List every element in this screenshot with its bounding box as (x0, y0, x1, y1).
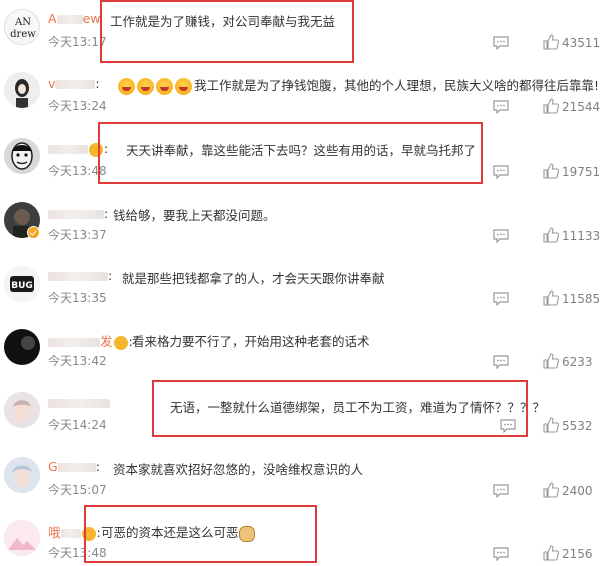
thumb-up-icon[interactable] (543, 545, 559, 561)
comment-time: 今天13:48 (48, 546, 107, 560)
avatar-image (4, 72, 40, 108)
like-count: 2400 (562, 484, 593, 498)
comment-time: 今天13:24 (48, 99, 107, 113)
avatar-image: BUG (4, 266, 40, 302)
thumb-up-icon[interactable] (543, 417, 559, 433)
comment-bubble-icon[interactable] (493, 547, 509, 561)
like-count: 43511 (562, 36, 601, 50)
comment-bubble-icon[interactable] (493, 292, 509, 306)
thumb-up-icon[interactable] (543, 227, 559, 243)
thumb-up-icon[interactable] (543, 98, 559, 114)
crown-badge-icon (89, 142, 103, 157)
comment-bubble-icon[interactable] (493, 484, 509, 498)
like-count: 2156 (562, 547, 593, 561)
comment-text: 钱给够，要我上天都没问题。 (113, 208, 276, 223)
like-count: 11133 (562, 229, 601, 243)
comment-bubble-icon[interactable] (493, 165, 509, 179)
comment-text: 我工作就是为了挣钱饱腹，其他的个人理想，民族大义啥的都得往后靠靠! (118, 75, 599, 95)
like-count: 21544 (562, 100, 601, 114)
comment-time: 今天13:42 (48, 354, 107, 368)
comment-bubble-icon[interactable] (493, 355, 509, 369)
comment-time: 今天13:17 (48, 35, 107, 49)
avatar-image (4, 457, 40, 493)
comment-time: 今天13:35 (48, 291, 107, 305)
comment-text-body: 我工作就是为了挣钱饱腹，其他的个人理想，民族大义啥的都得往后靠靠! (194, 78, 600, 93)
username[interactable]: G: (48, 459, 100, 474)
avatar-image (4, 520, 40, 556)
avatar[interactable] (4, 329, 40, 365)
avatar[interactable] (4, 72, 40, 108)
username[interactable] (48, 395, 110, 410)
avatar-image (4, 138, 40, 174)
comment-time: 今天13:37 (48, 228, 107, 242)
comment-text: 无语，一整就什么道德绑架，员工不为工资，难道为了情怀？？？？ (170, 400, 546, 415)
avatar[interactable] (4, 457, 40, 493)
username[interactable]: : (48, 141, 108, 157)
username[interactable]: : (48, 206, 108, 221)
avatar[interactable] (4, 138, 40, 174)
comment-bubble-icon[interactable] (493, 229, 509, 243)
username[interactable]: v: (48, 76, 100, 91)
username[interactable]: Aew (48, 11, 100, 26)
comment-bubble-icon[interactable] (500, 419, 516, 433)
username-text: A (48, 11, 57, 26)
laugh-emoji-icon (137, 78, 154, 95)
laugh-emoji-icon (175, 78, 192, 95)
comment-text: 天天讲奉献，靠这些能活下去吗？这些有用的话，早就乌托邦了 (126, 143, 477, 158)
comment-time: 今天14:24 (48, 418, 107, 432)
svg-text:BUG: BUG (11, 281, 33, 291)
avatar-image (4, 329, 40, 365)
svg-text:drew: drew (10, 29, 36, 40)
username[interactable]: 发: (48, 331, 133, 350)
username-tail: 发 (100, 334, 113, 349)
like-count: 19751 (562, 165, 601, 179)
comment-text-body: 可恶的资本还是这么可恶 (101, 525, 239, 540)
comment-time: 今天15:07 (48, 483, 107, 497)
verified-badge-icon (27, 226, 40, 239)
avatar[interactable]: AN drew (4, 9, 40, 45)
avatar[interactable] (4, 520, 40, 556)
username[interactable]: : (48, 268, 112, 283)
thumb-up-icon[interactable] (543, 353, 559, 369)
highlight-box (100, 0, 354, 63)
crown-badge-icon (81, 526, 96, 541)
comment-text: 就是那些把钱都拿了的人，才会天天跟你讲奉献 (122, 271, 385, 286)
thumb-up-icon[interactable] (543, 163, 559, 179)
thumb-up-icon[interactable] (543, 34, 559, 50)
comment-text: 看来格力要不行了，开始用这种老套的话术 (132, 334, 370, 349)
avatar[interactable]: BUG (4, 266, 40, 302)
avatar-image: AN drew (5, 10, 39, 44)
thumb-up-icon[interactable] (543, 482, 559, 498)
crown-badge-icon (113, 335, 128, 350)
username-text: 哦 (48, 525, 61, 540)
comment-bubble-icon[interactable] (493, 36, 509, 50)
like-count: 11585 (562, 292, 601, 306)
doge-emoji-icon (238, 525, 255, 542)
comment-text: 工作就是为了赚钱，对公司奉献与我无益 (110, 14, 336, 29)
like-count: 6233 (562, 355, 593, 369)
like-count: 5532 (562, 419, 593, 433)
avatar[interactable] (4, 392, 40, 428)
laugh-emoji-icon (118, 78, 135, 95)
comment-text: 资本家就喜欢招好忽悠的，没啥维权意识的人 (113, 462, 364, 477)
avatar-image (4, 392, 40, 428)
svg-text:AN: AN (14, 17, 31, 28)
laugh-emoji-icon (156, 78, 173, 95)
username[interactable]: 哦: (48, 522, 101, 541)
username-text: G (48, 459, 58, 474)
comment-time: 今天13:48 (48, 164, 107, 178)
comment-text: 可恶的资本还是这么可恶 (101, 522, 255, 542)
username-tail: ew (82, 11, 101, 26)
thumb-up-icon[interactable] (543, 290, 559, 306)
username-text: v (48, 76, 56, 91)
comment-bubble-icon[interactable] (493, 100, 509, 114)
